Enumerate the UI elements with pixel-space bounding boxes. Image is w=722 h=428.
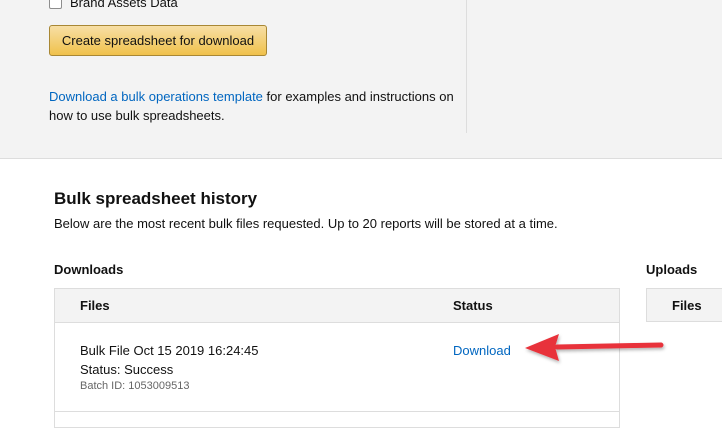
- top-panel: Brand Assets Data Create spreadsheet for…: [0, 0, 722, 159]
- brand-assets-checkbox[interactable]: [49, 0, 62, 9]
- file-status: Status: Success: [80, 362, 174, 377]
- download-link[interactable]: Download: [453, 343, 511, 358]
- uploads-files-column-header: Files: [672, 298, 702, 313]
- annotation-arrow: [525, 334, 664, 361]
- history-description: Below are the most recent bulk files req…: [54, 216, 558, 231]
- bulk-template-link[interactable]: Download a bulk operations template: [49, 89, 263, 104]
- uploads-label: Uploads: [646, 262, 698, 277]
- history-title: Bulk spreadsheet history: [54, 189, 258, 208]
- brand-assets-option: Brand Assets Data: [49, 0, 178, 10]
- brand-assets-label: Brand Assets Data: [70, 0, 178, 10]
- files-column-header: Files: [80, 298, 110, 313]
- status-column-header: Status: [453, 298, 493, 313]
- batch-id: Batch ID: 1053009513: [80, 380, 190, 392]
- downloads-label: Downloads: [54, 262, 124, 277]
- downloads-table-header: Files Status: [55, 289, 619, 323]
- file-name: Bulk File Oct 15 2019 16:24:45: [80, 343, 259, 358]
- vertical-divider: [466, 0, 467, 133]
- uploads-table: Files: [646, 288, 722, 322]
- create-spreadsheet-button[interactable]: Create spreadsheet for download: [49, 25, 267, 56]
- template-instructions: Download a bulk operations template for …: [49, 87, 459, 125]
